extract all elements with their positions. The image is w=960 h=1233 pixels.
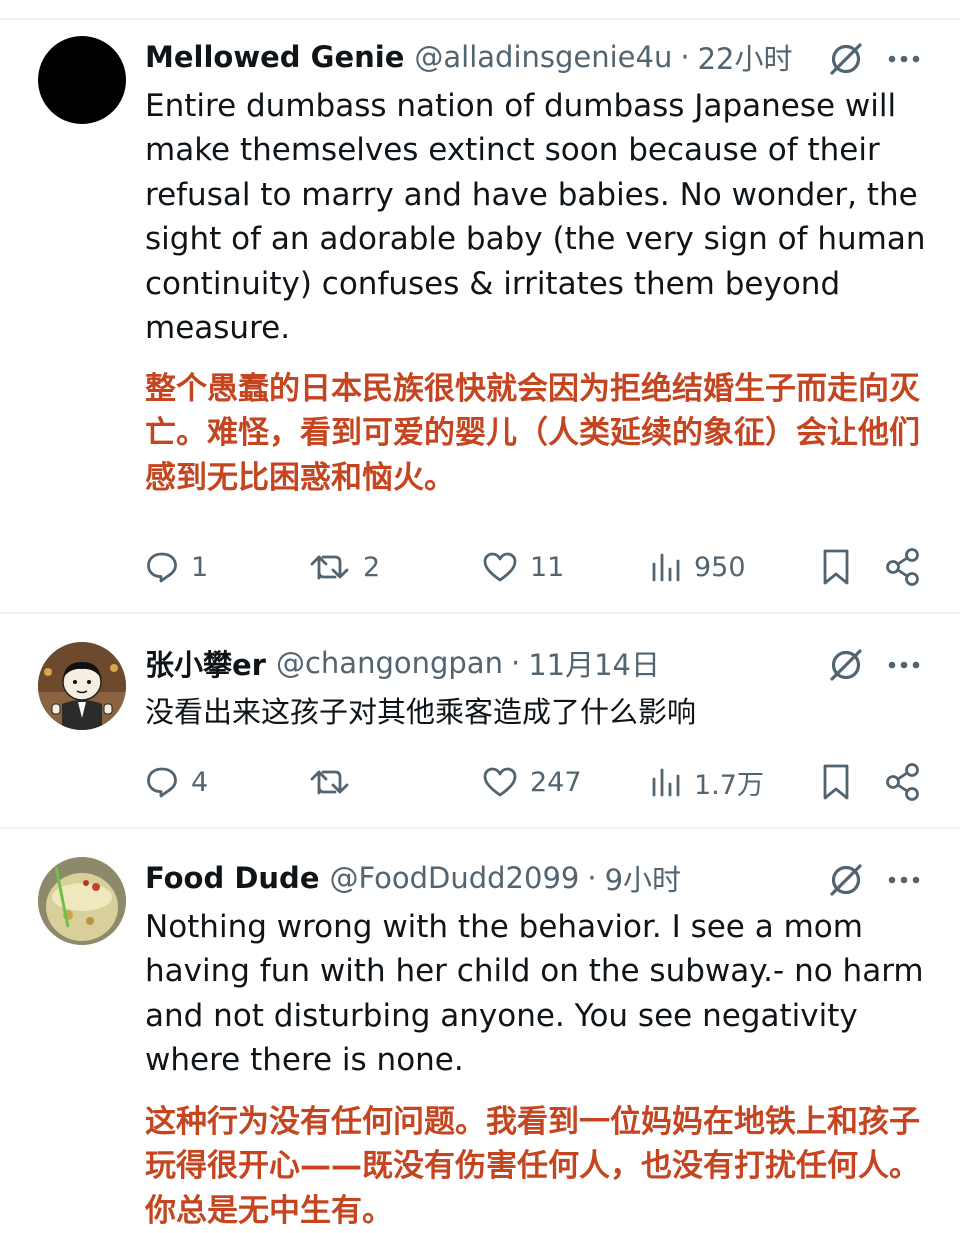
tweet-header: Food Dude @FoodDudd2099 · 9小时 bbox=[145, 856, 681, 900]
like-count: 11 bbox=[530, 551, 565, 583]
more-icon[interactable] bbox=[884, 39, 924, 79]
timestamp[interactable]: 9小时 bbox=[605, 857, 681, 899]
author-name[interactable]: Mellowed Genie bbox=[145, 40, 404, 74]
like-icon bbox=[483, 767, 517, 797]
reply-icon bbox=[147, 552, 177, 583]
divider bbox=[0, 612, 960, 614]
author-handle[interactable]: @changongpan bbox=[276, 646, 503, 680]
avatar[interactable] bbox=[38, 36, 126, 124]
like-count: 247 bbox=[530, 766, 582, 798]
share-icon[interactable] bbox=[881, 545, 925, 589]
separator-dot: · bbox=[587, 861, 597, 895]
cartoon-avatar-image bbox=[38, 642, 126, 730]
more-icon[interactable] bbox=[884, 645, 924, 685]
grok-icon[interactable] bbox=[826, 39, 866, 79]
like-button[interactable]: 11 bbox=[482, 545, 564, 589]
tweet-text: Nothing wrong with the behavior. I see a… bbox=[145, 909, 924, 1079]
divider bbox=[0, 827, 960, 829]
like-icon bbox=[483, 552, 517, 582]
timestamp[interactable]: 22小时 bbox=[698, 36, 793, 78]
views-button[interactable]: 1.7万 bbox=[650, 760, 764, 804]
repost-icon bbox=[310, 555, 349, 580]
author-name[interactable]: 张小攀er bbox=[145, 642, 266, 684]
tweet-header: 张小攀er @changongpan · 11月14日 bbox=[145, 641, 660, 685]
timestamp[interactable]: 11月14日 bbox=[528, 642, 660, 684]
tweet-text: 没看出来这孩子对其他乘客造成了什么影响 bbox=[145, 695, 697, 729]
tweet-translation: 这种行为没有任何问题。我看到一位妈妈在地铁上和孩子玩得很开心——既没有伤害任何人… bbox=[145, 1104, 920, 1229]
share-icon[interactable] bbox=[881, 760, 925, 804]
drink-avatar-image bbox=[38, 857, 126, 945]
separator-dot: · bbox=[510, 646, 521, 680]
views-icon bbox=[652, 768, 680, 797]
author-handle[interactable]: @FoodDudd2099 bbox=[329, 861, 579, 895]
repost-button[interactable] bbox=[309, 760, 351, 804]
views-button[interactable]: 950 bbox=[650, 545, 746, 589]
grok-icon[interactable] bbox=[826, 645, 866, 685]
author-handle[interactable]: @alladinsgenie4u bbox=[414, 40, 672, 74]
author-name[interactable]: Food Dude bbox=[145, 861, 319, 895]
reply-icon bbox=[147, 767, 177, 798]
views-count: 950 bbox=[694, 551, 746, 583]
separator-dot: · bbox=[680, 40, 690, 74]
more-icon[interactable] bbox=[884, 860, 924, 900]
top-divider bbox=[0, 18, 960, 20]
bookmark-icon[interactable] bbox=[814, 760, 858, 804]
reply-count: 4 bbox=[191, 766, 209, 798]
like-button[interactable]: 247 bbox=[482, 760, 582, 804]
grok-icon[interactable] bbox=[826, 860, 866, 900]
bookmark-icon[interactable] bbox=[814, 545, 858, 589]
views-count: 1.7万 bbox=[694, 769, 764, 801]
repost-count: 2 bbox=[363, 551, 381, 583]
repost-button[interactable]: 2 bbox=[309, 545, 380, 589]
tweet-translation: 整个愚蠢的日本民族很快就会因为拒绝结婚生子而走向灭亡。难怪，看到可爱的婴儿（人类… bbox=[145, 371, 920, 496]
reply-button[interactable]: 4 bbox=[145, 760, 208, 804]
tweet-header: Mellowed Genie @alladinsgenie4u · 22小时 bbox=[145, 35, 792, 79]
reply-button[interactable]: 1 bbox=[145, 545, 208, 589]
reply-count: 1 bbox=[191, 551, 209, 583]
tweet-text: Entire dumbass nation of dumbass Japanes… bbox=[145, 88, 926, 347]
avatar[interactable] bbox=[38, 857, 126, 945]
views-icon bbox=[652, 553, 680, 582]
avatar[interactable] bbox=[38, 642, 126, 730]
repost-icon bbox=[310, 770, 349, 795]
